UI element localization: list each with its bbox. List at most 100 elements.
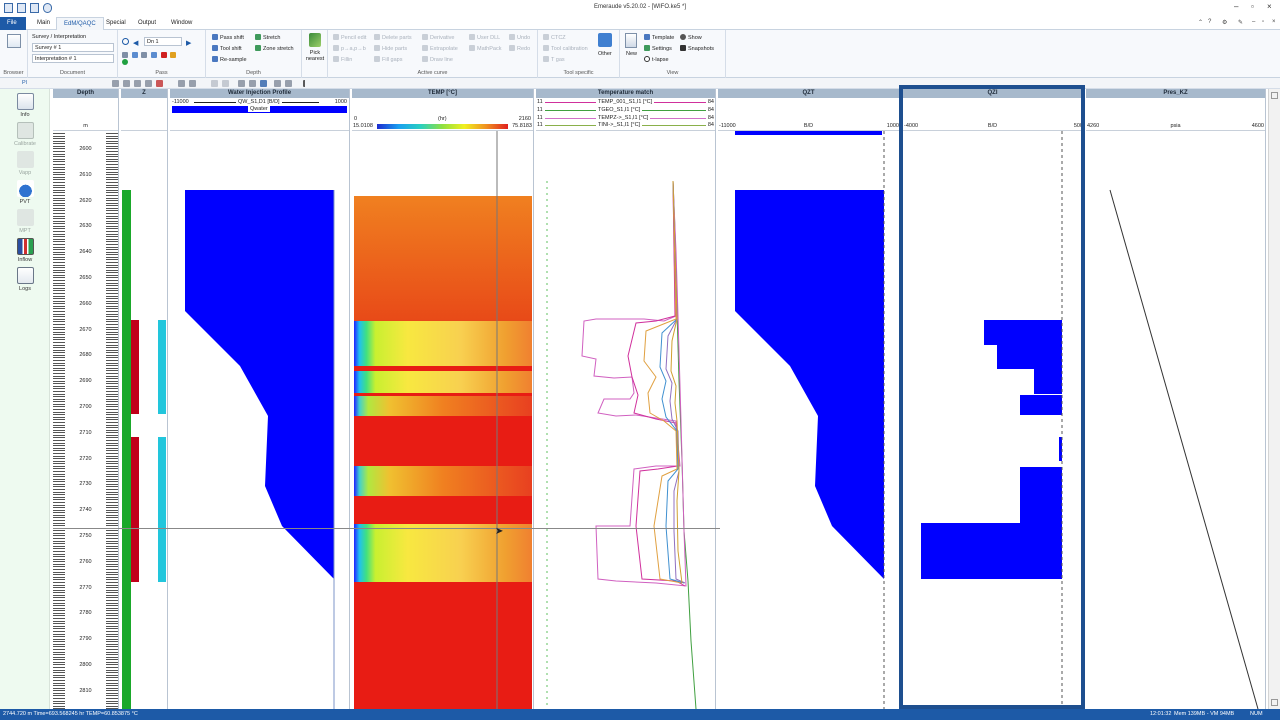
extrapolate-button[interactable]: Extrapolate	[422, 45, 458, 52]
tools-icon[interactable]: ✎	[1238, 19, 1243, 26]
plot-tool-2-icon[interactable]	[123, 80, 130, 87]
depth-track[interactable]: Depth m 2600 2610 2620 2630 2640 2650 2660 2670…	[53, 89, 119, 709]
stretch-button[interactable]: Stretch	[255, 34, 280, 41]
menu-output[interactable]: Output	[131, 17, 163, 30]
star-pass-icon[interactable]	[170, 52, 177, 58]
ribbon-collapse-icon[interactable]: ⌃	[1198, 19, 1203, 26]
prev-pass-icon[interactable]: ◀	[133, 39, 138, 47]
user-dll-button[interactable]: User DLL	[469, 34, 500, 41]
snapshots-button[interactable]: Snapshots	[680, 45, 714, 52]
plot-tool-5-icon[interactable]	[156, 80, 163, 87]
pass-tool-2-icon[interactable]	[131, 52, 138, 58]
depth-tick-mark	[53, 545, 65, 547]
vertical-scrollbar[interactable]	[1268, 89, 1280, 709]
undo-button[interactable]: Undo	[509, 34, 530, 41]
doc-restore-icon[interactable]: ▫	[1262, 19, 1264, 25]
browser-item-calibrate[interactable]: Calibrate	[5, 122, 45, 147]
pick-nearest-button[interactable]: Pick nearest	[303, 50, 327, 62]
scroll-up-icon[interactable]	[1271, 92, 1278, 99]
qzi-track[interactable]: QZI -4000 B/D 500	[902, 89, 1084, 709]
pick-nearest-icon[interactable]	[309, 33, 321, 47]
mathpack-button[interactable]: MathPack	[469, 45, 501, 52]
pass-info-icon[interactable]	[122, 38, 129, 45]
temperature-track[interactable]: TEMP [°C] 0 (hr) 2160 15.0108 75.8183	[352, 89, 534, 709]
fillin-button[interactable]: Fillin	[333, 56, 352, 63]
plot-tool-3-icon[interactable]	[134, 80, 141, 87]
browser-item-mpt[interactable]: MPT	[5, 209, 45, 234]
pass-tool-1-icon[interactable]	[122, 52, 128, 58]
new-view-icon[interactable]	[625, 33, 637, 48]
pa-pb-button[interactable]: p→a,p→b	[333, 45, 366, 52]
z-track[interactable]: Z	[121, 89, 168, 709]
plot-tool-13-icon[interactable]	[274, 80, 281, 87]
pass-tool-4-icon[interactable]	[151, 52, 158, 58]
doc-close-icon[interactable]: ×	[1272, 19, 1276, 25]
settings-button[interactable]: Settings	[644, 45, 672, 52]
pass-select[interactable]: Dn 1	[144, 37, 182, 46]
ctcz-button[interactable]: CTCZ	[543, 34, 566, 41]
t-gas-button[interactable]: T gas	[543, 56, 565, 63]
close-button[interactable]: ×	[1267, 2, 1272, 11]
plot-tool-10-icon[interactable]	[238, 80, 245, 87]
fill-gaps-button[interactable]: Fill gaps	[374, 56, 402, 63]
minimize-button[interactable]: –	[1234, 2, 1238, 11]
doc-minimize-icon[interactable]: –	[1252, 19, 1255, 25]
browser-item-inflow[interactable]: Inflow	[5, 238, 45, 263]
show-button[interactable]: Show	[680, 34, 702, 41]
plot-tool-11-icon[interactable]	[249, 80, 256, 87]
plot-tool-14-icon[interactable]	[285, 80, 292, 87]
plot-tool-8-icon[interactable]	[211, 80, 218, 87]
t-lapse-button[interactable]: t-lapse	[644, 56, 669, 63]
derivative-button[interactable]: Derivative	[422, 34, 454, 41]
temperature-match-track[interactable]: Temperature match 11 TEMP_001_S1,I1 [°C] 8…	[536, 89, 716, 709]
plot-tool-6-icon[interactable]	[178, 80, 185, 87]
template-button[interactable]: Template	[644, 34, 674, 41]
depth-tick-mark	[106, 512, 118, 514]
menu-main[interactable]: Main	[30, 17, 57, 30]
pencil-edit-button[interactable]: Pencil edit	[333, 34, 366, 41]
new-view-button[interactable]: New	[626, 51, 637, 57]
browser-item-pvt[interactable]: PVT	[5, 180, 45, 205]
delete-parts-button[interactable]: Delete parts	[374, 34, 412, 41]
plot-tool-12-icon[interactable]	[260, 80, 267, 87]
depth-tick-mark	[53, 372, 65, 374]
hide-parts-button[interactable]: Hide parts	[374, 45, 407, 52]
plot-tool-9-icon[interactable]	[222, 80, 229, 87]
pass-shift-button[interactable]: Pass shift	[212, 34, 244, 41]
other-icon[interactable]	[598, 33, 612, 47]
draw-line-button[interactable]: Draw line	[422, 56, 453, 63]
tool-calibration-button[interactable]: Tool calibration	[543, 45, 588, 52]
water-injection-profile-track[interactable]: Water Injection Profile -11000 QW_S1,D1 …	[170, 89, 350, 709]
interpretation-select[interactable]: Interpretation # 1	[32, 54, 114, 63]
other-button[interactable]: Other	[598, 51, 612, 57]
pointer-icon[interactable]	[303, 80, 308, 87]
menu-special[interactable]: Special	[99, 17, 133, 30]
plot-tool-7-icon[interactable]	[189, 80, 196, 87]
menu-window[interactable]: Window	[164, 17, 199, 30]
menu-file[interactable]: File	[0, 17, 26, 30]
scroll-down-icon[interactable]	[1271, 699, 1278, 706]
next-pass-icon[interactable]: ▶	[186, 39, 191, 47]
zone-stretch-button[interactable]: Zone stretch	[255, 45, 294, 52]
browser-item-info[interactable]: Info	[5, 93, 45, 118]
help-icon[interactable]: ?	[1208, 19, 1211, 25]
re-sample-button[interactable]: Re-sample	[212, 56, 247, 63]
qzt-track[interactable]: QZT -11000 B/D 1000	[718, 89, 900, 709]
maximize-button[interactable]: ▫	[1251, 2, 1254, 11]
menu-edm-qaqc[interactable]: EdM/QAQC	[56, 17, 104, 30]
depth-tick-mark	[53, 308, 65, 310]
validate-pass-icon[interactable]	[122, 59, 128, 65]
settings-icon[interactable]: ⚙	[1222, 19, 1227, 26]
survey-select[interactable]: Survey # 1	[32, 43, 114, 52]
delete-pass-icon[interactable]	[160, 52, 167, 58]
pass-tool-3-icon[interactable]	[141, 52, 148, 58]
plot-tool-1-icon[interactable]	[112, 80, 119, 87]
pres-kz-track[interactable]: Pres_KZ 4260 psia 4600	[1086, 89, 1266, 709]
browser-item-vapp[interactable]: Vapp	[5, 151, 45, 176]
browser-item-logs[interactable]: Logs	[5, 267, 45, 292]
depth-tick-mark	[53, 233, 65, 235]
plot-tool-4-icon[interactable]	[145, 80, 152, 87]
redo-button[interactable]: Redo	[509, 45, 530, 52]
tool-shift-button[interactable]: Tool shift	[212, 45, 242, 52]
browser-toggle-icon[interactable]	[7, 34, 21, 48]
